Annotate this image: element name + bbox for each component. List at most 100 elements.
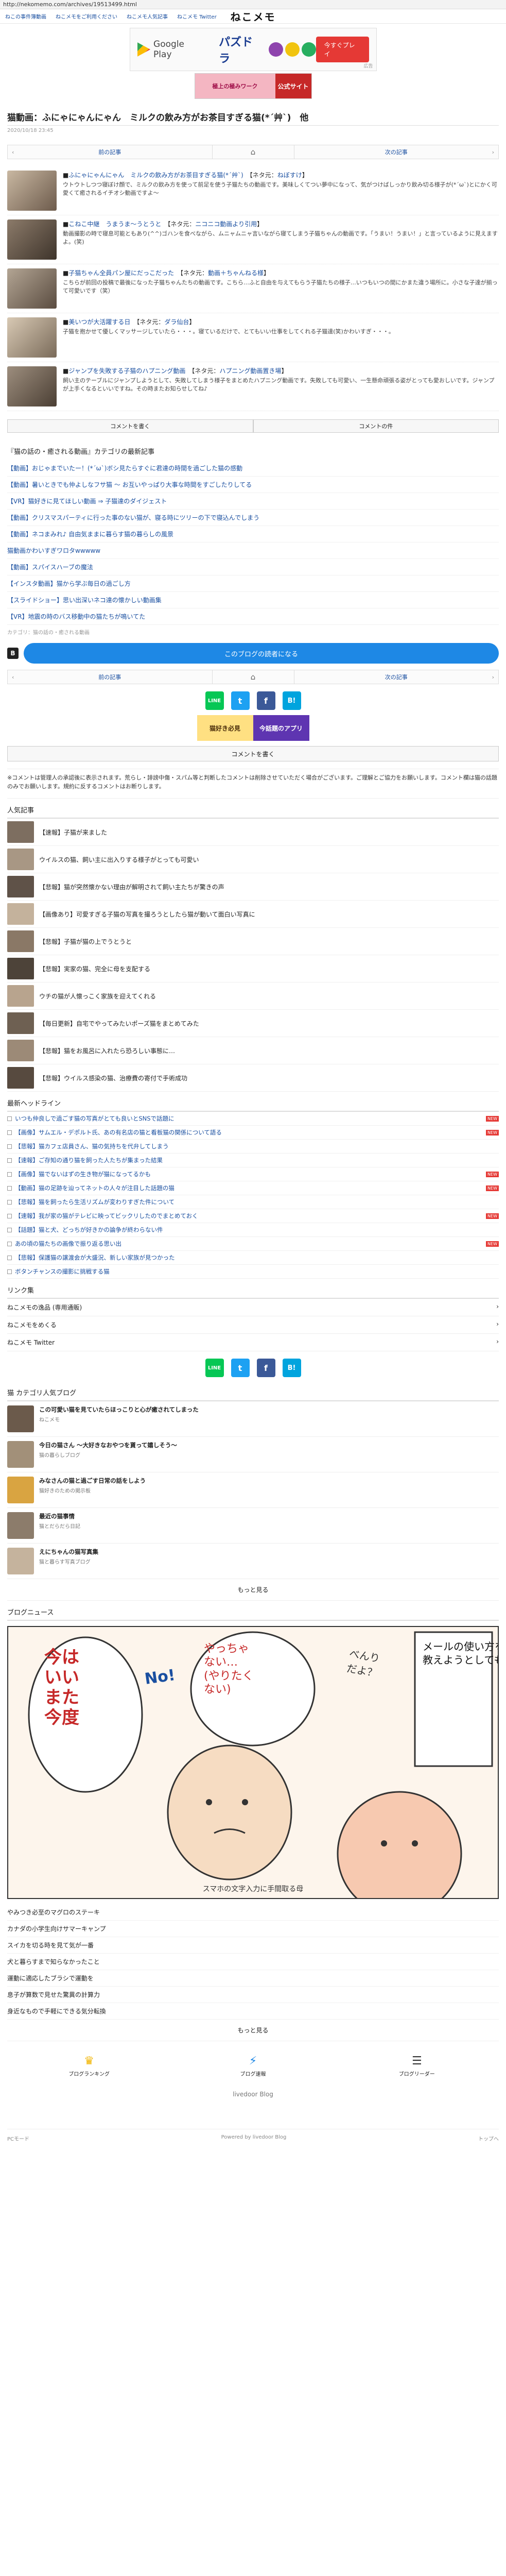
related-item[interactable]: 【動画】クリスマスパーティに行った事のない猫が、寝る時にツリーの下で寝込んでしま…: [7, 510, 499, 526]
source-link[interactable]: ダラ仙台: [164, 318, 189, 326]
site-logo[interactable]: ねこメモ: [231, 9, 276, 24]
headline-item[interactable]: 【悲報】保護猫の譲渡会が大盛況、新しい家族が見つかった: [7, 1251, 499, 1265]
blog-news-item[interactable]: 犬と暮らすまで知らなかったこと: [7, 1954, 499, 1971]
entry-title-link[interactable]: ふにゃにゃんにゃん ミルクの飲み方がお茶目すぎる猫(*´艸`): [68, 172, 243, 179]
headline-item[interactable]: 【悲報】猫を飼ったら生活リズムが変わりすぎた件について: [7, 1195, 499, 1210]
twitter-share-icon[interactable]: t: [231, 1359, 250, 1378]
entry-title-link[interactable]: 美いつが大活躍する日: [68, 318, 130, 326]
comment-list-button[interactable]: コメントの件: [253, 419, 499, 433]
blog-ranking-more[interactable]: もっと見る: [7, 1579, 499, 1601]
nav-link[interactable]: ねこメモ Twitter: [177, 12, 217, 20]
nav-link[interactable]: ねこメモをご利用ください: [56, 12, 117, 20]
related-item[interactable]: 【動画】スパイスハーブの魔法: [7, 559, 499, 575]
entry-title-link[interactable]: ジャンプを失敗する子猫のハプニング動画: [68, 367, 185, 375]
url-bar[interactable]: http://nekomemo.com/archives/19513499.ht…: [0, 0, 506, 9]
next-article-link[interactable]: 次の記事 ›: [294, 145, 499, 159]
link-item[interactable]: ねこメモをめくる ›: [7, 1316, 499, 1334]
orb-icon: [285, 42, 300, 57]
popular-item[interactable]: 【画像あり】可愛すぎる子猫の写真を撮ろうとしたら猫が動いて面白い写真に: [7, 901, 499, 928]
source-link[interactable]: ねぼすけ: [277, 172, 302, 179]
facebook-share-icon[interactable]: f: [256, 691, 275, 710]
tab-blog-news[interactable]: ⚡ ブログ速報: [171, 2055, 335, 2077]
blog-news-item[interactable]: 運動に適応したブラシで運動を: [7, 1970, 499, 1987]
entry-thumbnail[interactable]: [7, 317, 57, 358]
blog-news-item[interactable]: カナダの小学生向けサマーキャンプ: [7, 1921, 499, 1938]
related-item[interactable]: 【VR】猫好きに見てほしい動画 ⇒ 子猫達のダイジェスト: [7, 493, 499, 510]
popular-item[interactable]: 【悲報】猫が突然懐かない理由が解明されて飼い主たちが驚きの声: [7, 873, 499, 901]
popular-item[interactable]: 【悲報】猫をお風呂に入れたら恐ろしい事態に…: [7, 1037, 499, 1065]
write-comment-button[interactable]: コメントを書く: [7, 419, 253, 433]
featured-comic[interactable]: 今は いい また 今度 No! やっちゃ ない… (やりたく ない) メールの使…: [7, 1626, 499, 1900]
line-share-icon[interactable]: LINE: [205, 1359, 224, 1378]
popular-item[interactable]: 【速報】子猫が来ました: [7, 819, 499, 846]
blog-news-item[interactable]: 身近なもので手軽にできる気分転換: [7, 2003, 499, 2020]
blog-ranking-item[interactable]: みなさんの猫と過ごす日常の話をしよう 猫好きのための掲示板: [7, 1472, 499, 1509]
headline-item[interactable]: 【速報】我が家の猫がテレビに映ってビックリしたのでまとめておく NEW: [7, 1209, 499, 1224]
hatena-share-icon[interactable]: B!: [282, 1359, 301, 1378]
entry-thumbnail[interactable]: [7, 171, 57, 211]
tab-blog-reader[interactable]: ☰ ブログリーダー: [335, 2055, 499, 2077]
blog-ranking-item[interactable]: 今日の猫さん 〜大好きなおやつを貰って嬉しそう〜 猫の暮らしブログ: [7, 1437, 499, 1473]
headline-item[interactable]: 【悲報】猫カフェ店員さん、猫の気持ちを代弁してしまう: [7, 1140, 499, 1154]
entry-thumbnail[interactable]: [7, 366, 57, 406]
entry-thumbnail[interactable]: [7, 219, 57, 260]
ad-banner[interactable]: Google Play パズドラ 今すぐプレイ 広告: [129, 28, 377, 71]
pc-mode-link[interactable]: PCモード: [7, 2134, 29, 2142]
headline-item[interactable]: 【画像】サムエル・デポルト氏、あの有名店の猫と看板猫の関係について語る NEW: [7, 1126, 499, 1140]
prev-article-link[interactable]: ‹ 前の記事: [8, 670, 212, 684]
related-item[interactable]: 【動画】おじゃまでいたー！(*´ω`)ボシ見たらすぐに君達の時間を過ごした猫の感…: [7, 460, 499, 477]
related-item[interactable]: 【動画】暑いときでも仲よしなフサ猫 〜 お互いやっぱり大事な時間をすごしたりして…: [7, 477, 499, 493]
prev-article-link[interactable]: ‹ 前の記事: [8, 145, 212, 159]
facebook-share-icon[interactable]: f: [256, 1359, 275, 1378]
blog-news-more[interactable]: もっと見る: [7, 2020, 499, 2042]
headline-item[interactable]: 【動画】猫の足跡を辿ってネットの人々が注目した話題の猫 NEW: [7, 1181, 499, 1196]
follow-button[interactable]: このブログの読者になる: [24, 643, 499, 664]
related-item[interactable]: 【インスタ動画】猫から学ぶ毎日の過ごし方: [7, 575, 499, 592]
link-item[interactable]: ねこメモの逸品 (専用通販) ›: [7, 1299, 499, 1317]
headline-item[interactable]: いつも仲良しで過ごす猫の写真がとても良いとSNSで話題に NEW: [7, 1112, 499, 1126]
blog-news-item[interactable]: スイカを切る時を見て気が一番: [7, 1937, 499, 1954]
popular-item[interactable]: 【悲報】ウイルス感染の猫、治療費の寄付で手術成功: [7, 1064, 499, 1092]
headline-item[interactable]: ボタンチャンスの撮影に挑戦する猫: [7, 1265, 499, 1279]
write-comment-button[interactable]: コメントを書く: [7, 746, 499, 761]
popular-item[interactable]: ウイルスの猫、飼い主に出入りする様子がとっても可愛い: [7, 846, 499, 874]
home-link[interactable]: ⌂: [212, 670, 294, 684]
back-to-top-link[interactable]: トップへ: [478, 2134, 499, 2142]
popular-item[interactable]: ウチの猫が人懐っこく家族を迎えてくれる: [7, 982, 499, 1010]
headline-item[interactable]: 【話題】猫と犬、どっちが好きかの論争が終わらない件: [7, 1223, 499, 1238]
entry-title-link[interactable]: 子猫ちゃん全員パン屋にだっこだった: [68, 269, 174, 277]
line-share-icon[interactable]: LINE: [205, 691, 224, 710]
small-ad[interactable]: 極上の極みワーク 公式サイト: [194, 73, 312, 99]
home-link[interactable]: ⌂: [212, 145, 294, 159]
next-article-link[interactable]: 次の記事 ›: [294, 670, 499, 684]
popular-item[interactable]: 【毎日更新】自宅でやってみたいポーズ猫をまとめてみた: [7, 1010, 499, 1038]
popular-item[interactable]: 【悲報】実家の猫、完全に母を支配する: [7, 955, 499, 983]
nav-link[interactable]: ねこの事件簿動画: [5, 12, 46, 20]
blog-news-item[interactable]: 息子が算数で見せた驚異の計算力: [7, 1987, 499, 2004]
headline-item[interactable]: あの頃の猫たちの画像で振り返る思い出 NEW: [7, 1237, 499, 1251]
related-item[interactable]: 【スライドショー】思い出深いネコ達の懐かしい動画集: [7, 592, 499, 608]
related-item[interactable]: 猫動画かわいすぎワロタwwwww: [7, 543, 499, 559]
headline-item[interactable]: 【速報】ご存知の通り猫を飼った人たちが集まった結果: [7, 1154, 499, 1168]
small-ad-banner[interactable]: 猫好き必見 今話題のアプリ: [197, 715, 309, 741]
link-item[interactable]: ねこメモ Twitter ›: [7, 1334, 499, 1352]
popular-item[interactable]: 【悲報】子猫が猫の上でうとうと: [7, 928, 499, 956]
entry-title-link[interactable]: こねこ中継 うまうま〜うとうと: [68, 221, 161, 228]
tab-blog-ranking[interactable]: ♛ ブログランキング: [7, 2055, 171, 2077]
entry-thumbnail[interactable]: [7, 268, 57, 309]
related-item[interactable]: 【VR】地震の時のバス移動中の猫たちが鳴いてた: [7, 608, 499, 625]
blog-ranking-item[interactable]: この可愛い猫を見ていたらほっこりと心が癒されてしまった ねこメモ: [7, 1401, 499, 1437]
nav-link[interactable]: ねこメモ人気記事: [127, 12, 168, 20]
hatena-share-icon[interactable]: B!: [282, 691, 301, 710]
related-item[interactable]: 【動画】ネコまみれ♪ 自由気ままに暮らす猫の暮らしの風景: [7, 526, 499, 543]
blog-ranking-item[interactable]: 最近の猫事情 猫とだらだら日記: [7, 1508, 499, 1544]
ad-install-button[interactable]: 今すぐプレイ: [316, 37, 369, 62]
blog-ranking-item[interactable]: えにちゃんの猫写真集 猫と暮らす写真ブログ: [7, 1544, 499, 1580]
source-link[interactable]: ハプニング動画置き場: [219, 367, 281, 375]
source-link[interactable]: 動画＋ちゃんねる様: [208, 269, 264, 277]
twitter-share-icon[interactable]: t: [231, 691, 250, 710]
source-link[interactable]: ニコニコ動画より引用: [195, 221, 257, 228]
powered-by[interactable]: livedoor Blog: [7, 2084, 499, 2129]
blog-news-item[interactable]: やみつき必至のマグロのステーキ: [7, 1904, 499, 1921]
headline-item[interactable]: 【画像】猫でないはずの生き物が猫になってるかも NEW: [7, 1167, 499, 1182]
